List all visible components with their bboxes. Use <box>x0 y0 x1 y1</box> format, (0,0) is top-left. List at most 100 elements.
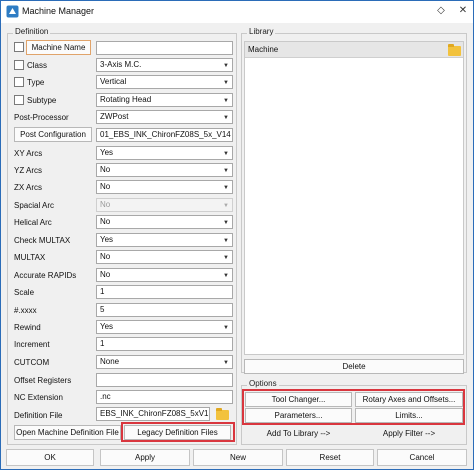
multax-label: MULTAX <box>14 253 46 262</box>
chevron-down-icon: ▼ <box>223 238 229 244</box>
increment-label: Increment <box>14 340 50 349</box>
post-processor-label: Post-Processor <box>14 113 69 122</box>
class-value: 3-Axis M.C. <box>100 60 142 69</box>
rewind-label: Rewind <box>14 323 41 332</box>
zx-arcs-label: ZX Arcs <box>14 183 43 192</box>
help-icon[interactable]: ◇ <box>435 5 447 17</box>
cutcom-select[interactable]: None ▼ <box>96 355 233 369</box>
nc-extension-field[interactable]: .nc <box>96 390 233 404</box>
chevron-down-icon: ▼ <box>223 80 229 86</box>
window-title: Machine Manager <box>22 6 95 16</box>
tool-changer-button[interactable]: Tool Changer... <box>245 392 352 407</box>
yz-arcs-label: YZ Arcs <box>14 166 43 175</box>
subtype-label: Subtype <box>27 96 57 105</box>
spacial-arc-select: No ▼ <box>96 198 233 212</box>
type-select[interactable]: Vertical ▼ <box>96 75 233 89</box>
post-configuration-field[interactable]: 01_EBS_INK_ChironFZ08S_5x_V14 <box>96 128 233 142</box>
increment-field[interactable]: 1 <box>96 337 233 351</box>
definition-file-label: Definition File <box>14 411 63 420</box>
machine-manager-window: Machine Manager ◇ ✕ Definition Machine N… <box>0 0 474 470</box>
close-icon[interactable]: ✕ <box>457 5 469 17</box>
library-group-title: Library <box>247 27 276 36</box>
check-multax-value: Yes <box>100 235 114 244</box>
xy-arcs-select[interactable]: Yes ▼ <box>96 146 233 160</box>
machine-manager-icon <box>6 5 19 18</box>
cutcom-value: None <box>100 357 120 366</box>
chevron-down-icon: ▼ <box>223 325 229 331</box>
rewind-select[interactable]: Yes ▼ <box>96 320 233 334</box>
rotary-axes-offsets-button[interactable]: Rotary Axes and Offsets... <box>355 392 463 407</box>
subtype-value: Rotating Head <box>100 95 152 104</box>
cutcom-label: CUTCOM <box>14 358 50 367</box>
apply-button[interactable]: Apply <box>100 449 190 466</box>
xy-arcs-value: Yes <box>100 148 114 157</box>
yz-arcs-value: No <box>100 165 111 174</box>
type-label: Type <box>27 78 45 87</box>
title-bar: Machine Manager ◇ ✕ <box>1 1 473 23</box>
spacial-arc-value: No <box>100 200 111 209</box>
type-checkbox[interactable] <box>14 77 24 87</box>
multax-value: No <box>100 252 111 261</box>
chevron-down-icon: ▼ <box>223 360 229 366</box>
open-machine-definition-file-button[interactable]: Open Machine Definition File <box>14 425 121 440</box>
helical-arc-value: No <box>100 217 111 226</box>
chevron-down-icon: ▼ <box>223 273 229 279</box>
ok-button[interactable]: OK <box>6 449 94 466</box>
nc-extension-label: NC Extension <box>14 393 63 402</box>
delete-button[interactable]: Delete <box>244 359 464 374</box>
folder-icon[interactable] <box>216 408 229 420</box>
post-processor-select[interactable]: ZWPost ▼ <box>96 110 233 124</box>
subtype-checkbox[interactable] <box>14 95 24 105</box>
limits-button[interactable]: Limits... <box>355 408 463 423</box>
xy-arcs-label: XY Arcs <box>14 149 43 158</box>
spacial-arc-label: Spacial Arc <box>14 201 55 210</box>
chevron-down-icon: ▼ <box>223 203 229 209</box>
class-select[interactable]: 3-Axis M.C. ▼ <box>96 58 233 72</box>
definition-group-title: Definition <box>13 27 51 36</box>
machine-column-header: Machine <box>248 45 279 54</box>
cancel-button[interactable]: Cancel <box>377 449 467 466</box>
chevron-down-icon: ▼ <box>223 63 229 69</box>
xxxx-field[interactable]: 5 <box>96 303 233 317</box>
accurate-rapids-label: Accurate RAPIDs <box>14 271 77 280</box>
options-group-title: Options <box>247 379 279 388</box>
chevron-down-icon: ▼ <box>223 255 229 261</box>
xxxx-label: #.xxxx <box>14 306 37 315</box>
new-button[interactable]: New <box>193 449 283 466</box>
zx-arcs-select[interactable]: No ▼ <box>96 180 233 194</box>
scale-field[interactable]: 1 <box>96 285 233 299</box>
library-header: Machine <box>245 42 463 58</box>
reset-button[interactable]: Reset <box>286 449 374 466</box>
machine-name-field[interactable] <box>96 41 233 55</box>
chevron-down-icon: ▼ <box>223 98 229 104</box>
accurate-rapids-value: No <box>100 270 111 279</box>
check-multax-select[interactable]: Yes ▼ <box>96 233 233 247</box>
parameters-button[interactable]: Parameters... <box>245 408 352 423</box>
machine-name-button[interactable]: Machine Name <box>26 40 91 55</box>
chevron-down-icon: ▼ <box>223 220 229 226</box>
scale-label: Scale <box>14 288 35 297</box>
library-list[interactable]: Machine <box>244 41 464 355</box>
chevron-down-icon: ▼ <box>223 185 229 191</box>
type-value: Vertical <box>100 77 127 86</box>
helical-arc-select[interactable]: No ▼ <box>96 215 233 229</box>
check-multax-label: Check MULTAX <box>14 236 71 245</box>
multax-select[interactable]: No ▼ <box>96 250 233 264</box>
folder-icon[interactable] <box>448 44 461 56</box>
definition-file-field[interactable]: EBS_INK_ChironFZ08S_5xV1.mdf <box>96 407 210 421</box>
accurate-rapids-select[interactable]: No ▼ <box>96 268 233 282</box>
subtype-select[interactable]: Rotating Head ▼ <box>96 93 233 107</box>
add-to-library-button[interactable]: Add To Library --> <box>245 427 352 442</box>
chevron-down-icon: ▼ <box>223 168 229 174</box>
offset-registers-label: Offset Registers <box>14 376 72 385</box>
class-label: Class <box>27 61 48 70</box>
helical-arc-label: Helical Arc <box>14 218 52 227</box>
machine-name-checkbox[interactable] <box>14 42 24 52</box>
offset-registers-field[interactable] <box>96 373 233 387</box>
yz-arcs-select[interactable]: No ▼ <box>96 163 233 177</box>
class-checkbox[interactable] <box>14 60 24 70</box>
post-configuration-button[interactable]: Post Configuration <box>14 127 92 142</box>
legacy-definition-files-button[interactable]: Legacy Definition Files <box>124 425 231 440</box>
zx-arcs-value: No <box>100 182 111 191</box>
apply-filter-button[interactable]: Apply Filter --> <box>355 427 463 442</box>
